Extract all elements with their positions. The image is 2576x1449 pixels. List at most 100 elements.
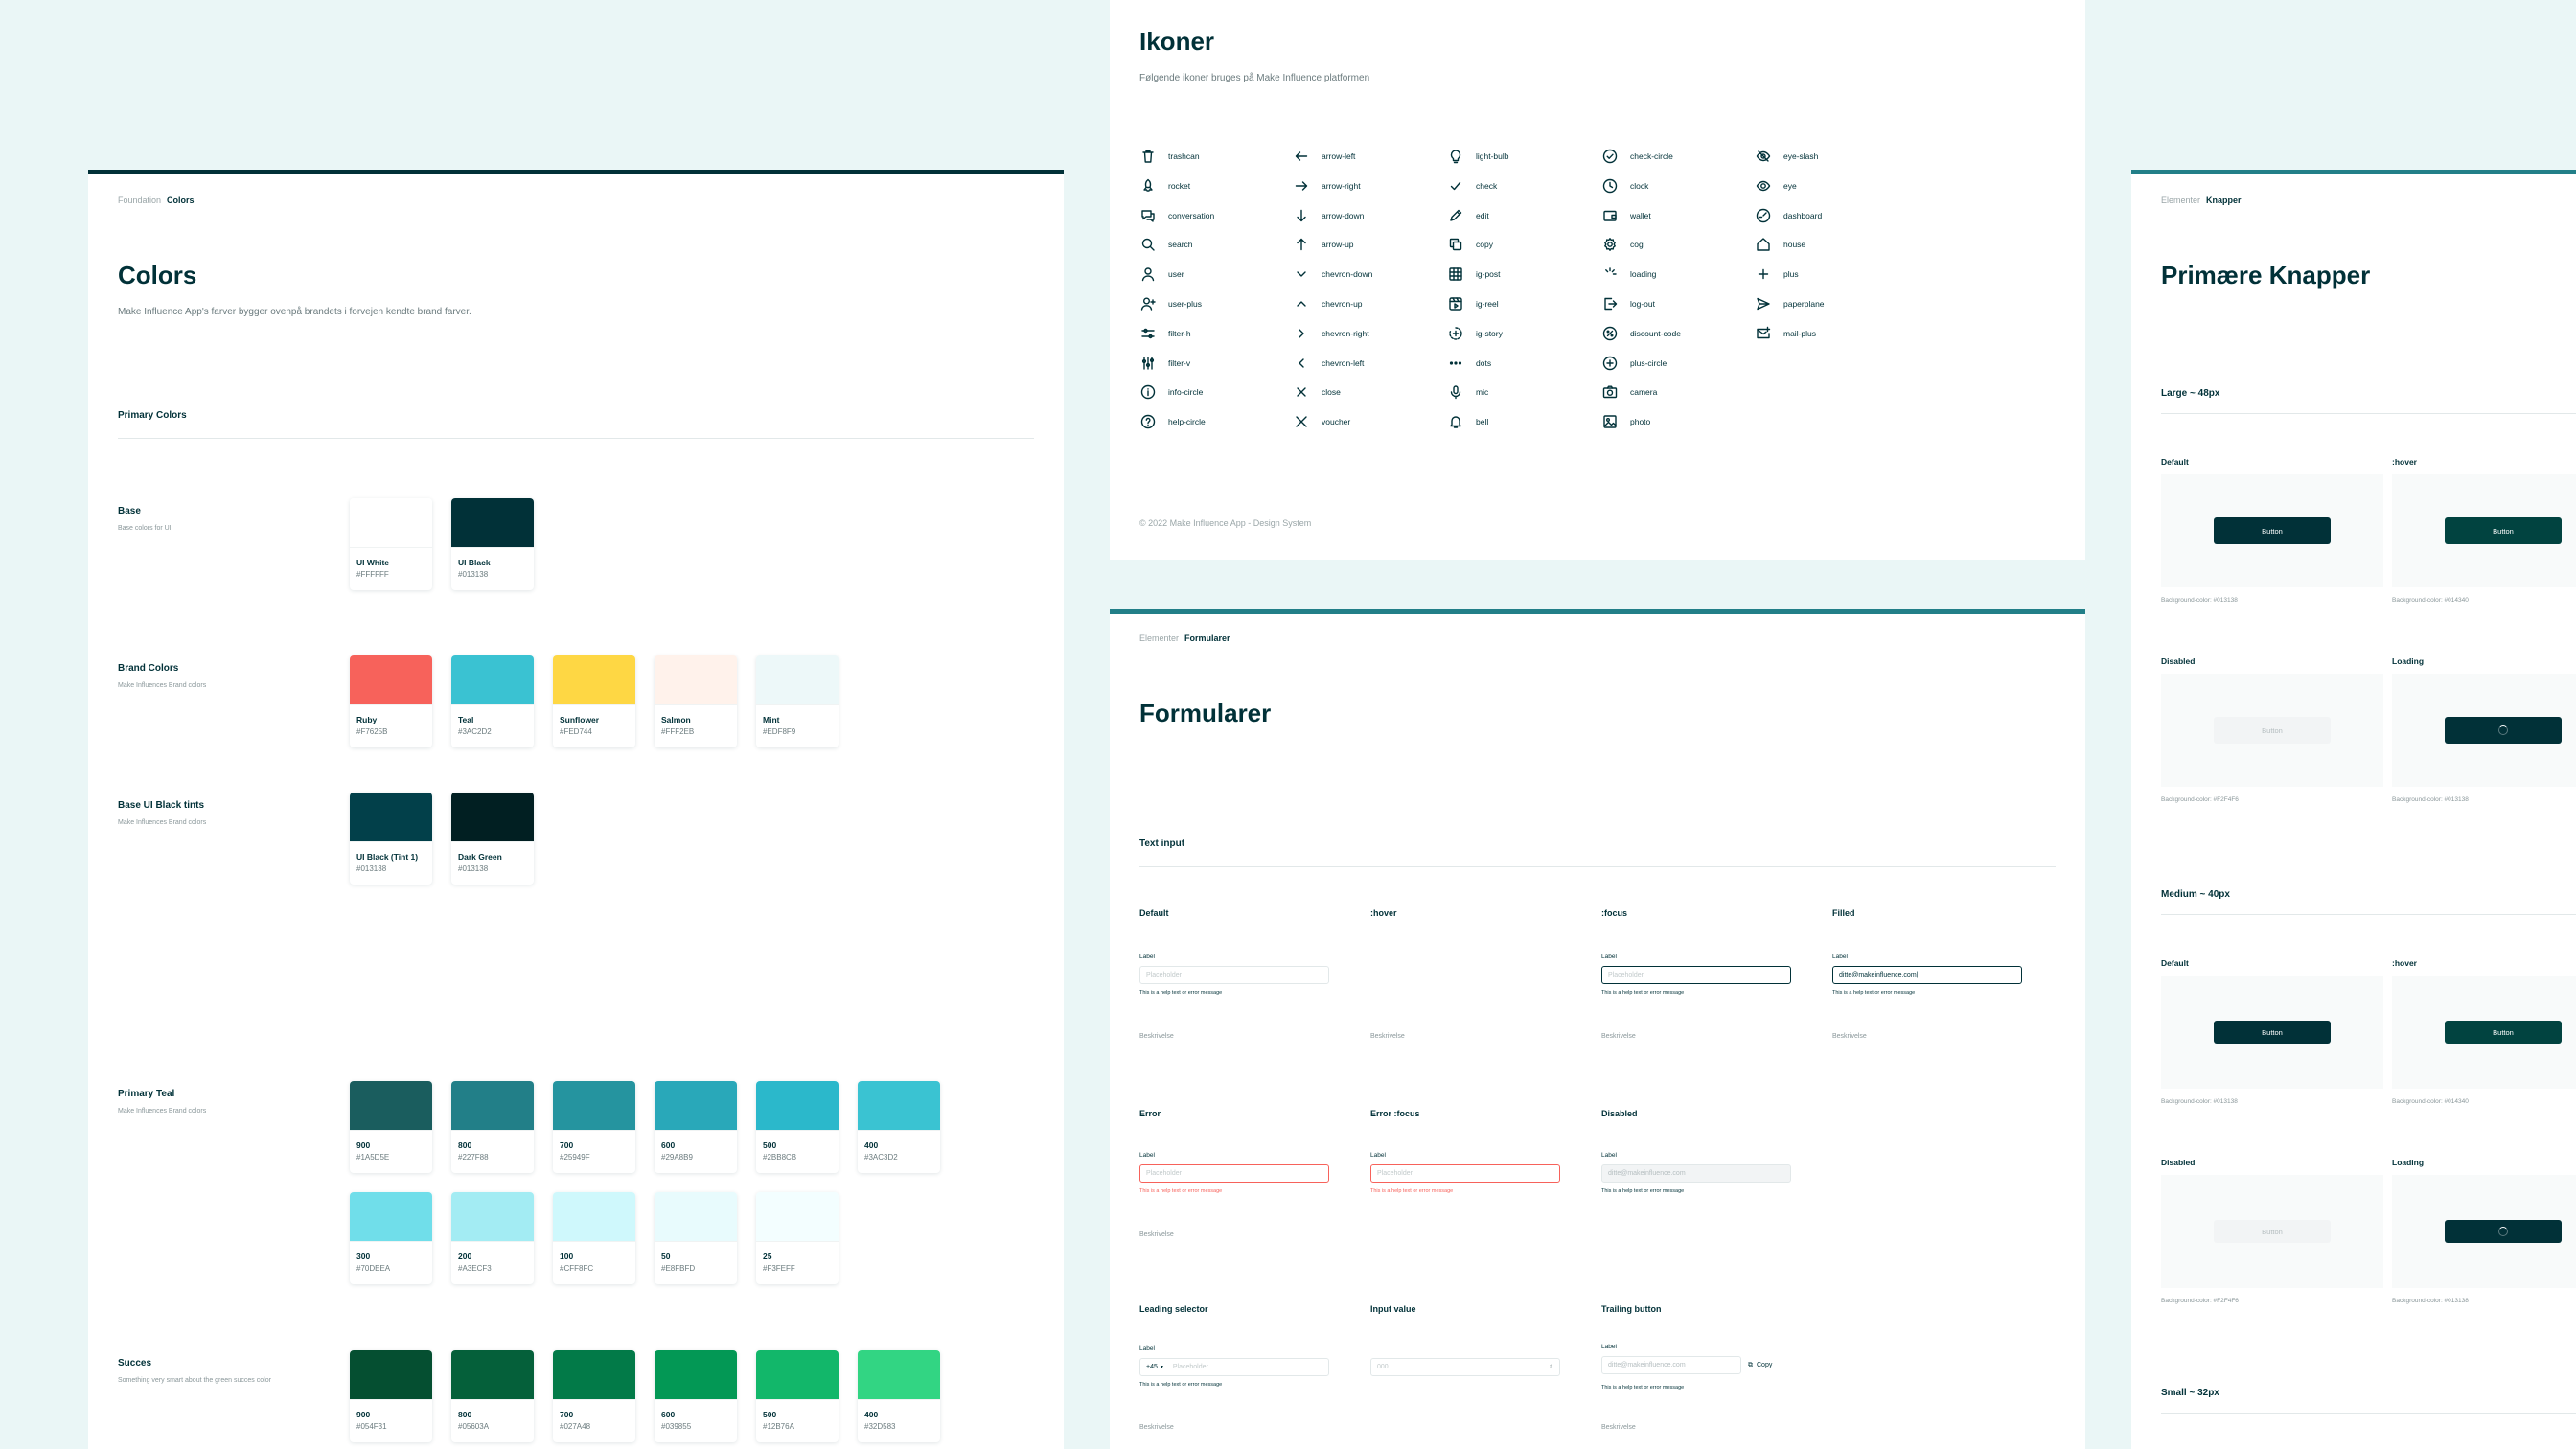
color-swatch[interactable]: 900 #1A5D5E bbox=[350, 1081, 432, 1173]
chevron-down-icon[interactable]: ▾ bbox=[1161, 1364, 1163, 1370]
color-swatch[interactable]: Mint #EDF8F9 bbox=[756, 656, 839, 748]
color-swatch[interactable]: 400 #3AC3D2 bbox=[858, 1081, 940, 1173]
icon-label: close bbox=[1322, 387, 1341, 398]
icon-entry: chevron-right bbox=[1293, 325, 1369, 342]
breadcrumb-parent[interactable]: Foundation bbox=[118, 196, 161, 205]
color-name: 200 bbox=[458, 1252, 472, 1261]
page-title: Ikoner bbox=[1139, 27, 1215, 56]
color-swatch[interactable]: Dark Green #013138 bbox=[451, 793, 534, 885]
color-chip bbox=[655, 1081, 737, 1131]
color-chip bbox=[756, 1192, 839, 1242]
check-circle-icon bbox=[1601, 148, 1619, 165]
text-input-default[interactable]: Placeholder bbox=[1139, 966, 1329, 984]
page-footer: © 2022 Make Influence App - Design Syste… bbox=[1139, 518, 1312, 528]
copy-icon bbox=[1447, 236, 1464, 253]
section-title: Text input bbox=[1139, 839, 1185, 849]
icon-entry: discount-code bbox=[1601, 325, 1681, 342]
state-description: Beskrivelse bbox=[1370, 1033, 1405, 1040]
text-input-error[interactable]: Placeholder bbox=[1139, 1164, 1329, 1183]
color-swatch[interactable]: Teal #3AC2D2 bbox=[451, 656, 534, 748]
color-swatch[interactable]: Salmon #FFF2EB bbox=[655, 656, 737, 748]
text-input-error-focus[interactable]: Placeholder bbox=[1370, 1164, 1560, 1183]
color-swatch[interactable]: Sunflower #FED744 bbox=[553, 656, 635, 748]
icon-entry: dots bbox=[1447, 355, 1491, 372]
primary-button[interactable]: Button bbox=[2445, 1021, 2562, 1044]
color-swatch[interactable]: 900 #054F31 bbox=[350, 1350, 432, 1442]
primary-button: Button bbox=[2214, 1220, 2331, 1243]
color-chip bbox=[858, 1081, 940, 1131]
text-input-trailing[interactable]: ditte@makeinfluence.com bbox=[1601, 1356, 1741, 1374]
color-swatch[interactable]: 200 #A3ECF3 bbox=[451, 1192, 534, 1284]
color-swatch[interactable]: 50 #E8FBFD bbox=[655, 1192, 737, 1284]
country-code-select[interactable]: +45 bbox=[1146, 1364, 1158, 1370]
input-label: Label bbox=[1601, 954, 1617, 960]
color-swatch[interactable]: 700 #027A48 bbox=[553, 1350, 635, 1442]
primary-button[interactable]: Button bbox=[2214, 518, 2331, 544]
color-swatch[interactable]: Ruby #F7625B bbox=[350, 656, 432, 748]
color-name: UI Black bbox=[458, 558, 491, 567]
icon-entry: plus-circle bbox=[1601, 355, 1667, 372]
icon-entry: light-bulb bbox=[1447, 148, 1509, 165]
breadcrumb-parent[interactable]: Elementer bbox=[1139, 633, 1179, 643]
stepper-icon[interactable]: ⇕ bbox=[1549, 1364, 1553, 1370]
color-swatch[interactable]: 600 #039855 bbox=[655, 1350, 737, 1442]
state-title-leading-selector: Leading selector bbox=[1139, 1304, 1208, 1314]
text-input-disabled: ditte@makeinfluence.com bbox=[1601, 1164, 1791, 1183]
color-swatch[interactable]: 800 #05603A bbox=[451, 1350, 534, 1442]
icon-label: cog bbox=[1630, 240, 1644, 250]
user-icon bbox=[1139, 265, 1157, 283]
icon-label: chevron-right bbox=[1322, 328, 1369, 338]
icon-entry: edit bbox=[1447, 207, 1489, 224]
icon-entry: photo bbox=[1601, 413, 1650, 430]
color-hex: #3AC2D2 bbox=[458, 727, 492, 736]
color-swatch[interactable]: 100 #CFF8FC bbox=[553, 1192, 635, 1284]
light-bulb-icon bbox=[1447, 148, 1464, 165]
breadcrumb: Elementer Knapper bbox=[2161, 196, 2242, 205]
icon-entry: rocket bbox=[1139, 177, 1190, 195]
chevron-down-icon bbox=[1293, 265, 1310, 283]
color-swatch[interactable]: 300 #70DEEA bbox=[350, 1192, 432, 1284]
color-swatch[interactable]: 800 #227F88 bbox=[451, 1081, 534, 1173]
color-swatch[interactable]: UI White #FFFFFF bbox=[350, 498, 432, 590]
color-swatch[interactable]: 700 #25949F bbox=[553, 1081, 635, 1173]
ig-story-icon bbox=[1447, 325, 1464, 342]
breadcrumb-current: Colors bbox=[167, 196, 195, 205]
section-divider bbox=[1139, 866, 2056, 867]
color-name: Mint bbox=[763, 715, 780, 724]
primary-button[interactable]: Button bbox=[2214, 1021, 2331, 1044]
chevron-left-icon bbox=[1293, 355, 1310, 372]
text-input-focus[interactable]: Placeholder bbox=[1601, 966, 1791, 984]
color-swatch[interactable]: 500 #12B76A bbox=[756, 1350, 839, 1442]
loading-spinner-icon bbox=[2498, 1227, 2508, 1236]
copy-button[interactable]: ⧉ Copy bbox=[1748, 1356, 1772, 1374]
color-swatch[interactable]: 25 #F3FEFF bbox=[756, 1192, 839, 1284]
loading-button[interactable] bbox=[2445, 1220, 2562, 1243]
text-input-value[interactable]: 000 ⇕ bbox=[1370, 1358, 1560, 1376]
icon-entry: info-circle bbox=[1139, 383, 1203, 401]
primary-button[interactable]: Button bbox=[2445, 518, 2562, 544]
color-hex: #05603A bbox=[458, 1422, 490, 1431]
button-label: Button bbox=[2262, 725, 2283, 735]
input-label: Label bbox=[1139, 954, 1155, 960]
search-icon bbox=[1139, 236, 1157, 253]
text-input-filled[interactable]: ditte@makeinfluence.com| bbox=[1832, 966, 2022, 984]
text-input-leading-selector[interactable]: +45 ▾ Placeholder bbox=[1139, 1358, 1329, 1376]
color-hex: #FED744 bbox=[560, 727, 592, 736]
color-swatch[interactable]: 500 #2BB8CB bbox=[756, 1081, 839, 1173]
icon-entry: arrow-up bbox=[1293, 236, 1354, 253]
button-state-title: Disabled bbox=[2161, 656, 2196, 666]
color-swatch[interactable]: UI Black #013138 bbox=[451, 498, 534, 590]
icon-label: arrow-up bbox=[1322, 240, 1354, 250]
color-swatch[interactable]: 400 #32D583 bbox=[858, 1350, 940, 1442]
color-swatch[interactable]: 600 #29A8B9 bbox=[655, 1081, 737, 1173]
color-swatch[interactable]: UI Black (Tint 1) #013138 bbox=[350, 793, 432, 885]
breadcrumb-parent[interactable]: Elementer bbox=[2161, 196, 2200, 205]
plus-icon bbox=[1755, 265, 1772, 283]
icon-label: ig-reel bbox=[1476, 299, 1499, 309]
loading-button[interactable] bbox=[2445, 717, 2562, 744]
button-label: Button bbox=[2262, 1227, 2283, 1236]
icon-entry: mail-plus bbox=[1755, 325, 1816, 342]
icon-label: info-circle bbox=[1168, 387, 1204, 398]
state-description: Beskrivelse bbox=[1832, 1033, 1867, 1040]
color-name: 700 bbox=[560, 1140, 574, 1150]
